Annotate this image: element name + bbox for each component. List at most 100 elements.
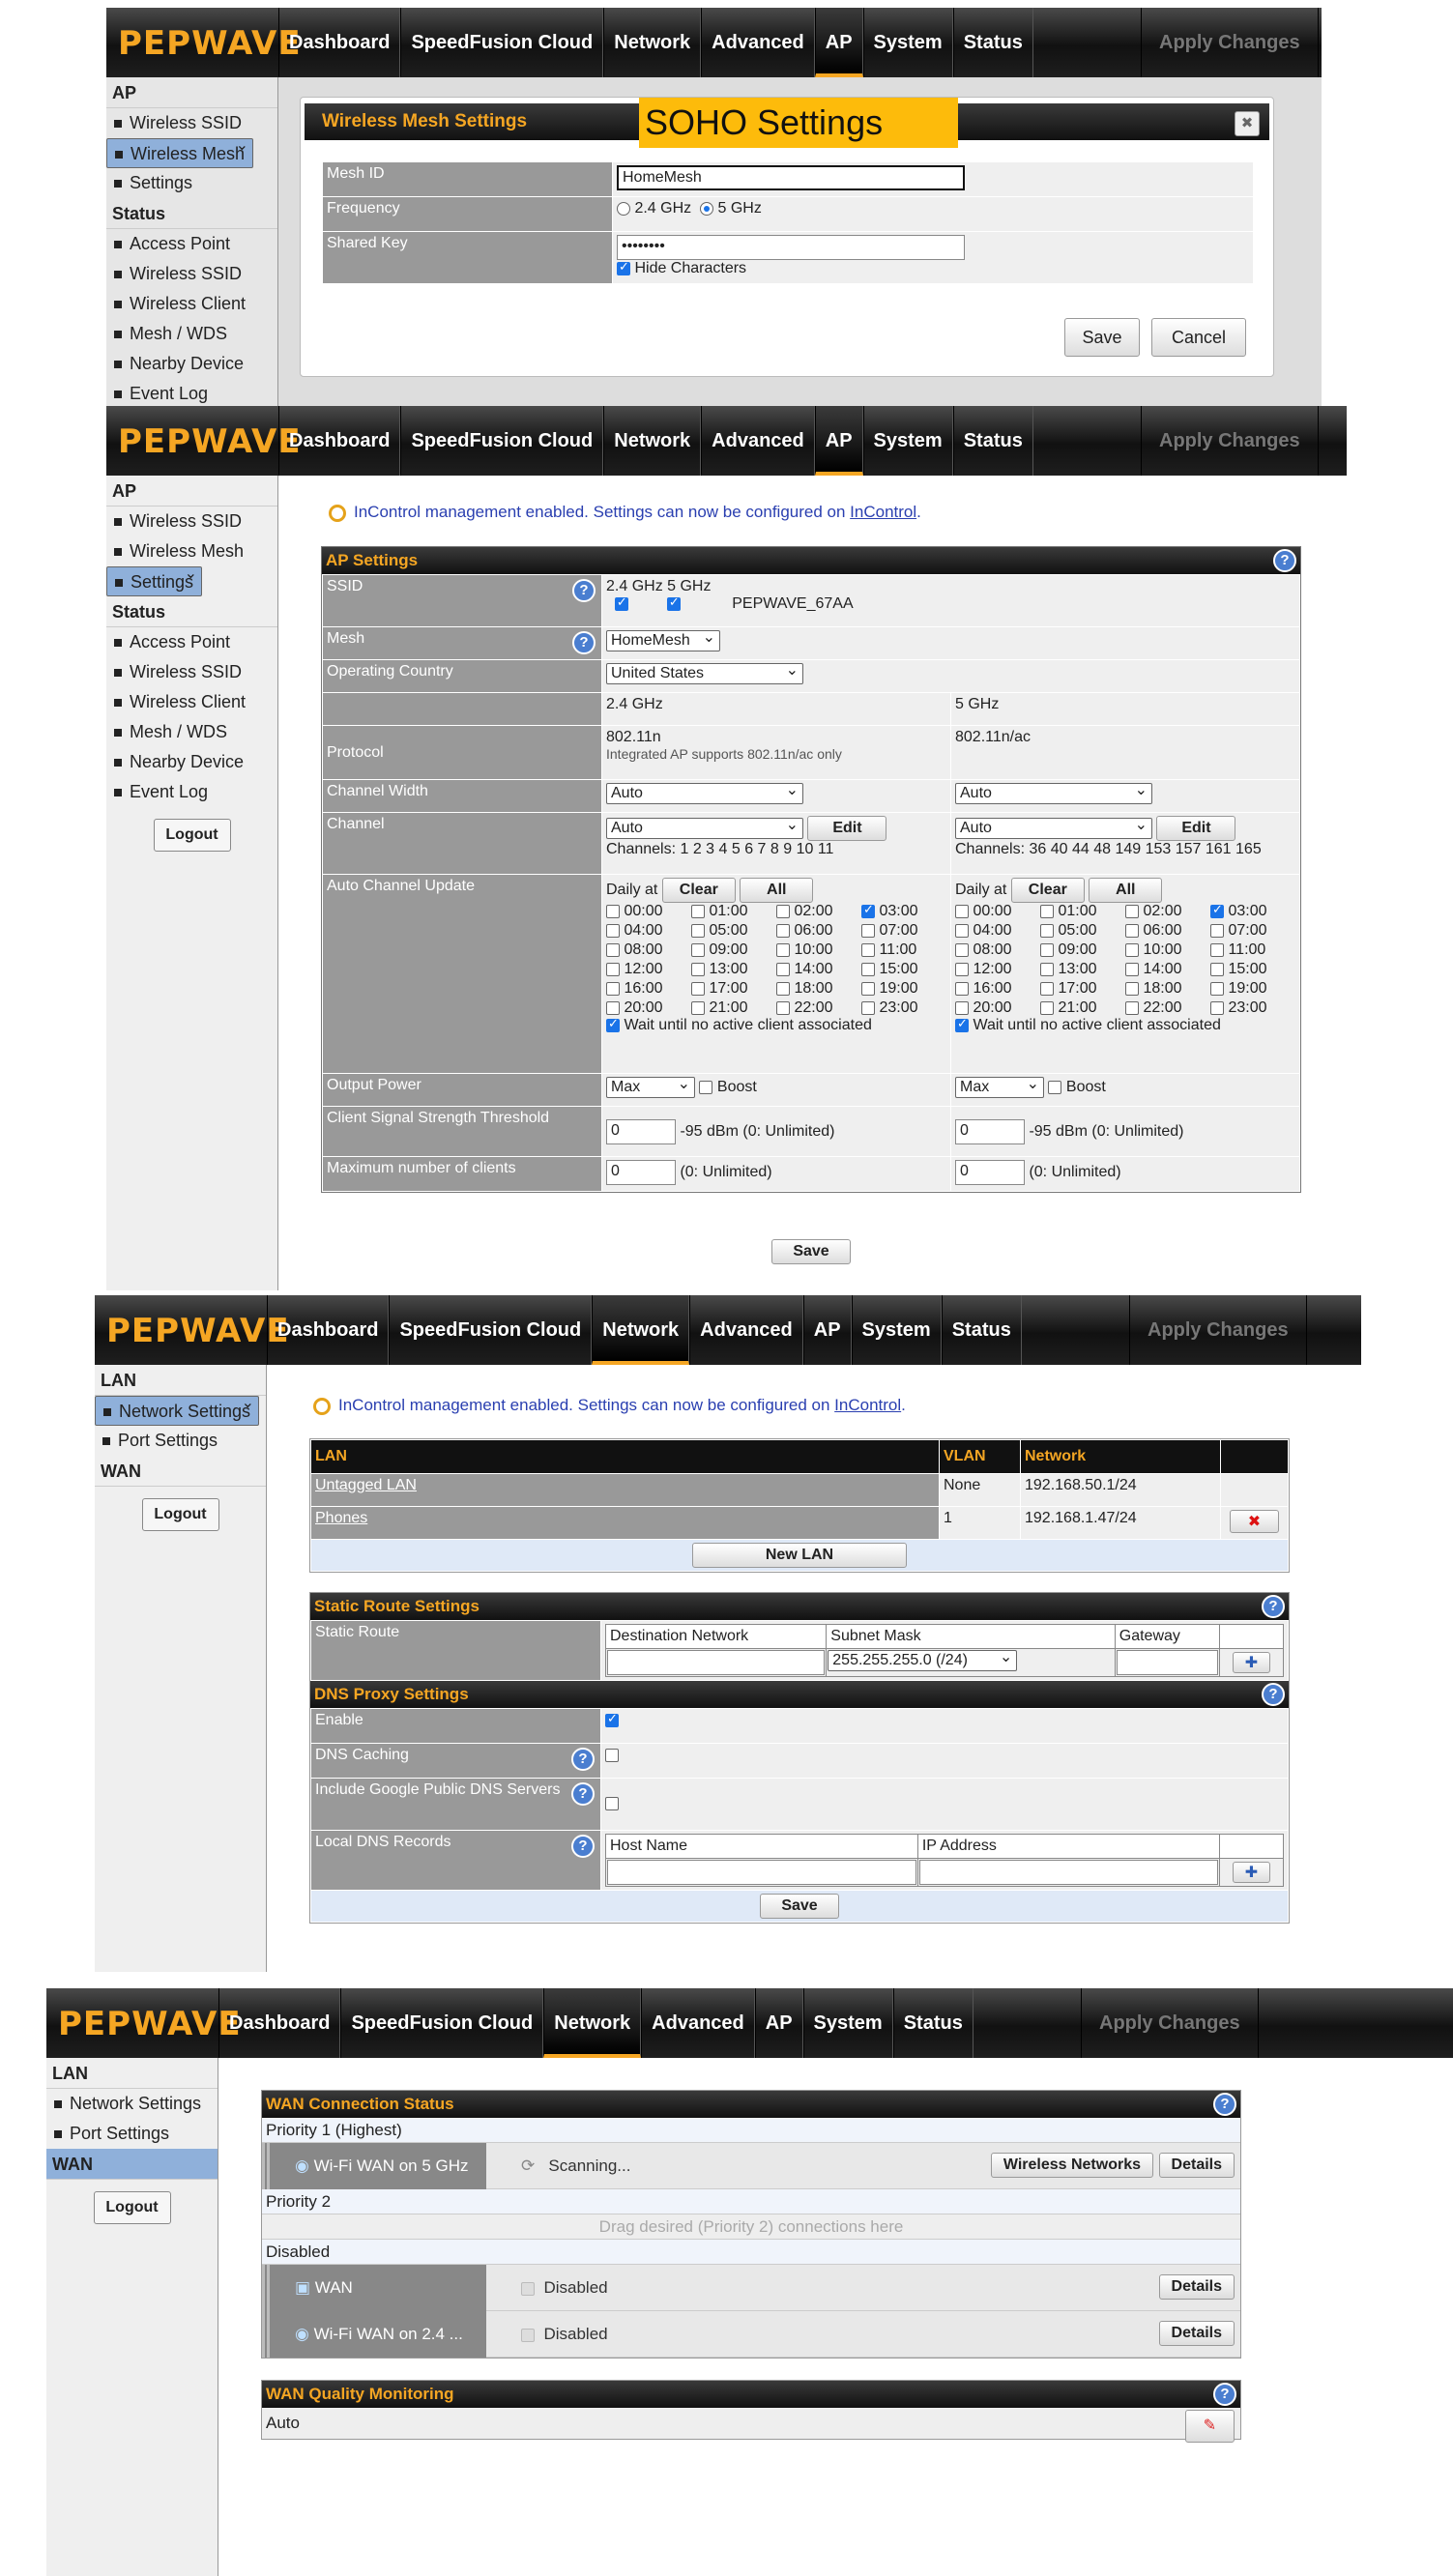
nav-dashboard[interactable]: Dashboard: [218, 1988, 341, 2058]
lan-name[interactable]: Untagged LAN: [310, 1473, 940, 1507]
nav-advanced[interactable]: Advanced: [641, 1988, 755, 2058]
time-option[interactable]: 11:00: [1210, 941, 1295, 959]
time-checkbox[interactable]: [955, 962, 969, 976]
nav-speedfusion[interactable]: SpeedFusion Cloud: [389, 1295, 593, 1365]
hide-characters-checkbox[interactable]: [617, 259, 630, 275]
time-checkbox[interactable]: [1040, 981, 1054, 996]
sidebar-item-wireless-ssid-status[interactable]: Wireless SSID: [106, 259, 277, 289]
time-option[interactable]: 06:00: [1125, 922, 1210, 940]
nav-network[interactable]: Network: [603, 406, 702, 476]
help-icon[interactable]: ?: [1262, 1595, 1285, 1618]
max-clients-24-input[interactable]: 0: [606, 1160, 676, 1185]
channel-width-24-select[interactable]: Auto: [606, 780, 803, 804]
nav-system[interactable]: System: [862, 406, 953, 476]
wan-row-wifi24[interactable]: ◉ Wi-Fi WAN on 2.4 ... Disabled Details: [262, 2311, 1240, 2358]
add-icon[interactable]: ✚: [1232, 1652, 1271, 1673]
time-checkbox[interactable]: [955, 981, 969, 996]
time-option[interactable]: 17:00: [691, 980, 776, 998]
time-checkbox[interactable]: [1125, 942, 1139, 957]
time-checkbox[interactable]: [1210, 902, 1224, 918]
time-option[interactable]: 23:00: [861, 999, 946, 1017]
radio-5ghz[interactable]: [700, 201, 714, 216]
lan-name[interactable]: Phones: [310, 1506, 940, 1540]
mesh-select[interactable]: HomeMesh: [606, 627, 720, 651]
nav-dashboard[interactable]: Dashboard: [278, 406, 401, 476]
drag-dropzone[interactable]: Drag desired (Priority 2) connections he…: [262, 2214, 1240, 2240]
dns-caching-checkbox[interactable]: [605, 1748, 619, 1762]
apply-changes-button[interactable]: Apply Changes: [1081, 1988, 1259, 2058]
radio-2-4ghz[interactable]: [617, 201, 630, 216]
ssid-24-checkbox[interactable]: [614, 594, 628, 611]
time-option[interactable]: 07:00: [861, 922, 946, 940]
time-checkbox[interactable]: [1210, 1000, 1224, 1015]
nav-network[interactable]: Network: [603, 8, 702, 77]
time-option[interactable]: 08:00: [606, 941, 691, 959]
boost-24-checkbox[interactable]: [699, 1080, 713, 1094]
time-option[interactable]: 23:00: [1210, 999, 1295, 1017]
clear-5-button[interactable]: Clear: [1010, 878, 1085, 903]
time-option[interactable]: 16:00: [606, 980, 691, 998]
help-icon[interactable]: ?: [571, 1782, 595, 1806]
sidebar-item-settings[interactable]: Settings: [106, 168, 277, 198]
apply-changes-button[interactable]: Apply Changes: [1141, 8, 1319, 77]
sidebar-heading-wan[interactable]: WAN: [95, 1456, 266, 1487]
save-button[interactable]: Save: [771, 1239, 851, 1264]
details-button[interactable]: Details: [1158, 2274, 1235, 2300]
time-checkbox[interactable]: [691, 904, 705, 918]
time-checkbox[interactable]: [606, 942, 620, 957]
time-option[interactable]: 00:00: [955, 903, 1040, 920]
new-lan-button[interactable]: New LAN: [692, 1543, 907, 1568]
time-option[interactable]: 07:00: [1210, 922, 1295, 940]
enable-checkbox[interactable]: [605, 1711, 619, 1727]
sidebar-item-port-settings[interactable]: Port Settings: [46, 2119, 218, 2149]
sidebar-item-event-log[interactable]: Event Log: [106, 379, 277, 409]
time-option[interactable]: 01:00: [1040, 903, 1125, 920]
incontrol-link[interactable]: InControl: [834, 1396, 901, 1414]
time-option[interactable]: 17:00: [1040, 980, 1125, 998]
wait-24-checkbox[interactable]: [606, 1016, 620, 1032]
wan-row-wan[interactable]: ▣ WAN Disabled Details: [262, 2265, 1240, 2311]
time-checkbox[interactable]: [1125, 962, 1139, 976]
ssid-5-checkbox[interactable]: [666, 594, 681, 611]
time-checkbox[interactable]: [861, 902, 875, 918]
nav-advanced[interactable]: Advanced: [689, 1295, 803, 1365]
wait-5-checkbox[interactable]: [955, 1016, 969, 1032]
sidebar-item-nearby-device[interactable]: Nearby Device: [106, 349, 277, 379]
client-signal-24-input[interactable]: 0: [606, 1118, 676, 1144]
help-icon[interactable]: ?: [571, 1748, 595, 1771]
time-option[interactable]: 09:00: [691, 941, 776, 959]
help-icon[interactable]: ?: [1213, 2383, 1236, 2406]
shared-key-input[interactable]: ••••••••: [617, 235, 965, 260]
time-option[interactable]: 02:00: [1125, 903, 1210, 920]
time-checkbox[interactable]: [691, 1000, 705, 1015]
time-checkbox[interactable]: [776, 942, 790, 957]
time-option[interactable]: 08:00: [955, 941, 1040, 959]
sidebar-item-wireless-mesh[interactable]: Wireless Mesh: [106, 135, 254, 168]
time-checkbox[interactable]: [1040, 962, 1054, 976]
clear-24-button[interactable]: Clear: [661, 878, 736, 903]
cancel-button[interactable]: Cancel: [1151, 318, 1246, 357]
nav-network[interactable]: Network: [543, 1988, 642, 2058]
nav-advanced[interactable]: Advanced: [701, 406, 815, 476]
logout-button[interactable]: Logout: [141, 1498, 219, 1531]
boost-5-checkbox[interactable]: [1048, 1080, 1062, 1094]
time-option[interactable]: 14:00: [776, 961, 861, 978]
sidebar-item-access-point[interactable]: Access Point: [106, 627, 277, 657]
sidebar-item-wireless-client[interactable]: Wireless Client: [106, 289, 277, 319]
logout-button[interactable]: Logout: [153, 819, 231, 852]
time-option[interactable]: 05:00: [691, 922, 776, 940]
sidebar-item-network-settings[interactable]: Network Settings: [95, 1393, 260, 1426]
sidebar-item-wireless-ssid-status[interactable]: Wireless SSID: [106, 657, 277, 687]
time-checkbox[interactable]: [776, 962, 790, 976]
host-name-input[interactable]: [607, 1860, 916, 1885]
time-checkbox[interactable]: [691, 942, 705, 957]
time-option[interactable]: 04:00: [955, 922, 1040, 940]
nav-network[interactable]: Network: [592, 1295, 690, 1365]
time-option[interactable]: 03:00: [861, 902, 946, 920]
help-icon[interactable]: ?: [1213, 2093, 1236, 2116]
save-button[interactable]: Save: [1064, 318, 1140, 357]
time-checkbox[interactable]: [1125, 981, 1139, 996]
sidebar-item-wireless-client[interactable]: Wireless Client: [106, 687, 277, 717]
time-option[interactable]: 15:00: [1210, 961, 1295, 978]
sidebar-item-wireless-ssid[interactable]: Wireless SSID: [106, 108, 277, 138]
